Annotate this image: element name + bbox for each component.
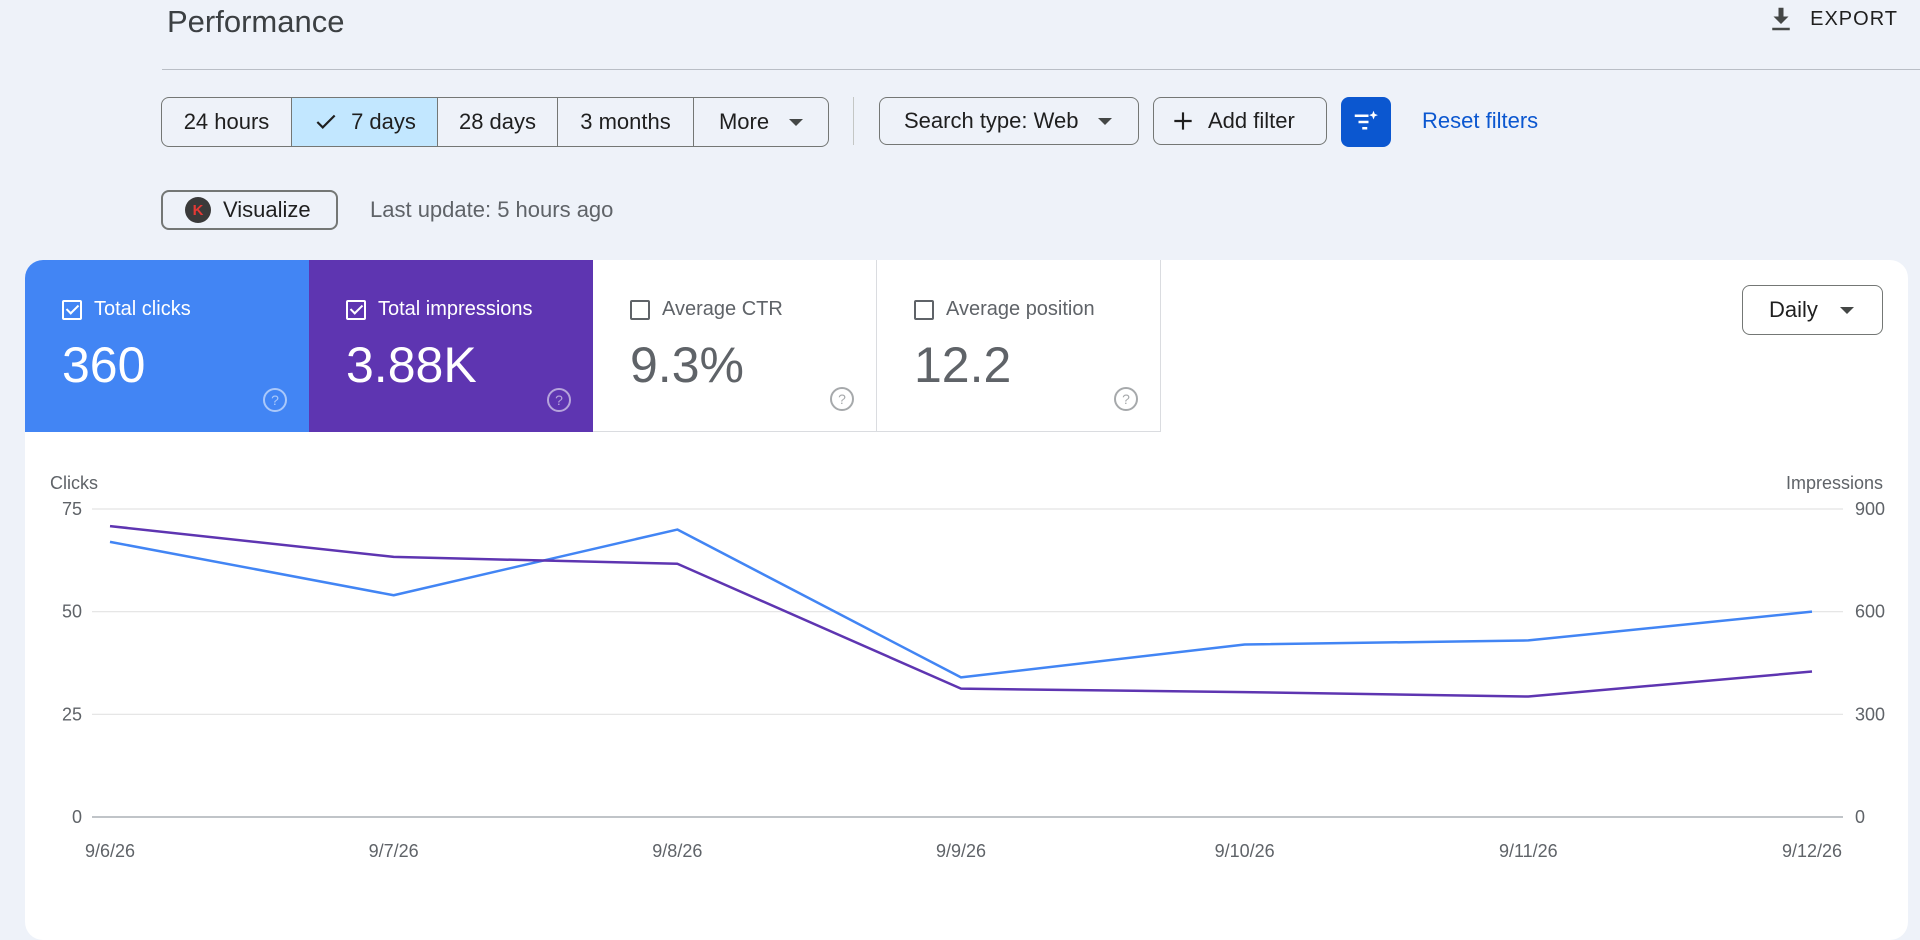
header-divider <box>162 69 1920 70</box>
metric-value: 3.88K <box>346 337 477 393</box>
checkbox-unchecked-icon[interactable] <box>914 299 934 320</box>
toolbar-divider <box>853 97 854 145</box>
metric-average-ctr[interactable]: Average CTR 9.3% ? <box>593 260 877 432</box>
help-icon[interactable]: ? <box>547 388 571 412</box>
metric-label: Average position <box>946 298 1095 320</box>
checkbox-unchecked-icon[interactable] <box>630 299 650 320</box>
checkbox-checked-icon[interactable] <box>346 299 366 320</box>
x-tick-label: 9/6/26 <box>85 841 135 861</box>
metric-label: Total impressions <box>378 298 533 320</box>
range-28-days[interactable]: 28 days <box>438 98 558 146</box>
series-line-total-clicks <box>109 528 1813 679</box>
right-tick-label: 900 <box>1855 499 1885 519</box>
left-tick-label: 50 <box>62 602 82 622</box>
left-tick-label: 0 <box>72 807 82 827</box>
last-update-text: Last update: 5 hours ago <box>370 197 614 222</box>
metric-value: 360 <box>62 337 146 393</box>
help-icon[interactable]: ? <box>263 388 287 412</box>
range-7-days[interactable]: 7 days <box>292 98 438 146</box>
filter-sparkle-icon <box>1354 110 1378 130</box>
chevron-down-icon <box>1839 306 1854 314</box>
x-tick-label: 9/11/26 <box>1499 841 1558 861</box>
left-tick-label: 25 <box>62 704 82 724</box>
date-range-selector: 24 hours 7 days 28 days 3 months More <box>161 97 829 147</box>
search-type-filter[interactable]: Search type: Web <box>879 97 1139 145</box>
range-more-dropdown[interactable]: More <box>694 98 828 146</box>
right-tick-label: 0 <box>1855 807 1865 827</box>
left-axis-label: Clicks <box>50 473 98 493</box>
x-tick-label: 9/8/26 <box>652 841 702 861</box>
right-tick-label: 300 <box>1855 704 1885 724</box>
right-tick-label: 600 <box>1855 602 1885 622</box>
metric-average-position[interactable]: Average position 12.2 ? <box>877 260 1161 432</box>
metric-label: Total clicks <box>94 298 191 320</box>
visualize-button[interactable]: K Visualize <box>161 190 338 230</box>
metric-total-clicks[interactable]: Total clicks 360 ? <box>25 260 309 432</box>
help-icon[interactable]: ? <box>1114 387 1138 411</box>
performance-card: 0 25 50 75 0 300 600 900 Clicks Impressions 9/6/26… <box>25 260 1908 940</box>
range-24-hours[interactable]: 24 hours <box>162 98 292 146</box>
checkbox-checked-icon[interactable] <box>62 299 82 320</box>
metric-label: Average CTR <box>662 298 783 320</box>
metric-value: 9.3% <box>630 337 744 393</box>
left-tick-label: 75 <box>62 499 82 519</box>
metric-value: 12.2 <box>914 337 1012 393</box>
plus-icon <box>1174 112 1192 130</box>
x-tick-label: 9/10/26 <box>1215 841 1275 861</box>
page-title: Performance <box>167 4 345 39</box>
chevron-down-icon <box>1098 117 1113 125</box>
extension-k-icon: K <box>185 197 211 223</box>
metric-total-impressions[interactable]: Total impressions 3.88K ? <box>309 260 593 432</box>
add-filter-button[interactable]: Add filter <box>1153 97 1327 145</box>
check-icon <box>316 114 336 129</box>
export-label: EXPORT <box>1810 7 1898 30</box>
download-icon <box>1772 7 1790 31</box>
right-axis-label: Impressions <box>1786 473 1883 493</box>
granularity-dropdown[interactable]: Daily <box>1742 285 1883 335</box>
x-tick-label: 9/12/26 <box>1782 841 1842 861</box>
export-button[interactable]: EXPORT <box>1766 4 1898 34</box>
filter-options-button[interactable] <box>1341 97 1391 147</box>
help-icon[interactable]: ? <box>830 387 854 411</box>
x-tick-label: 9/9/26 <box>936 841 986 861</box>
range-3-months[interactable]: 3 months <box>558 98 694 146</box>
reset-filters-link[interactable]: Reset filters <box>1422 108 1538 134</box>
chevron-down-icon <box>789 118 804 126</box>
x-tick-label: 9/7/26 <box>369 841 419 861</box>
